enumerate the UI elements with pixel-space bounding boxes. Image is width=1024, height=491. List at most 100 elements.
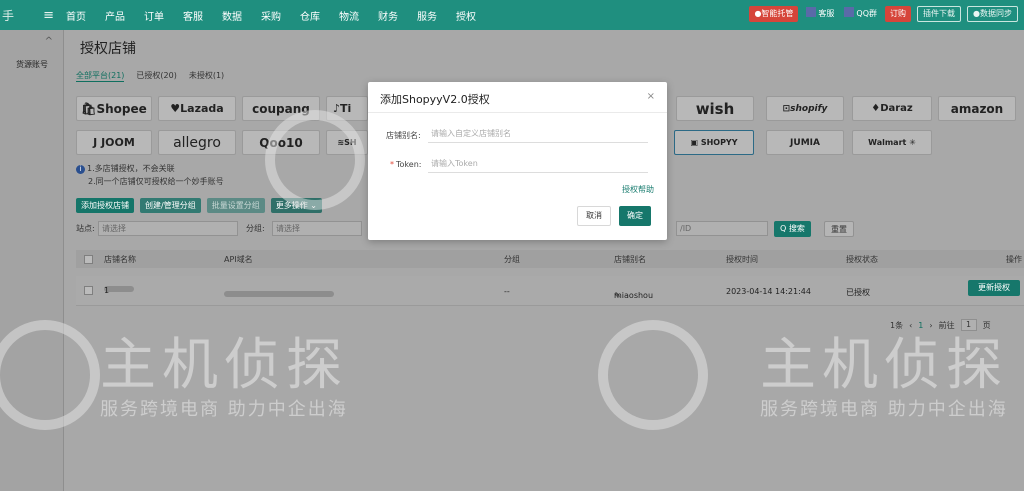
- shopyy-auth-modal: 添加ShopyyV2.0授权 × 店铺别名: 请输入自定义店铺别名 * Token…: [368, 82, 667, 240]
- platform-shopify[interactable]: ⊡ shopify: [766, 96, 844, 121]
- modal-title: 添加ShopyyV2.0授权: [380, 93, 490, 106]
- shopee-bag-icon: 🛍: [81, 101, 97, 116]
- nav-item-auth[interactable]: 授权: [456, 8, 476, 23]
- nav-item-data[interactable]: 数据: [222, 8, 242, 23]
- platform-lazada[interactable]: ♥ Lazada: [158, 96, 236, 121]
- top-navbar: 手 ≡ 首页 产品 订单 客服 数据 采购 仓库 物流 财务 服务 授权 ●智能…: [0, 0, 1024, 30]
- platform-shopee[interactable]: 🛍 Shopee: [76, 96, 152, 121]
- avatar-icon: [806, 7, 817, 17]
- search-button[interactable]: Q 搜索: [774, 221, 811, 237]
- walmart-spark-icon: ✳: [909, 138, 916, 147]
- current-page[interactable]: 1: [918, 321, 923, 330]
- shopyy-icon: ▣: [690, 138, 699, 147]
- pagination: 1条 ‹ 1 › 前往 1 页: [890, 319, 991, 331]
- platform-allegro[interactable]: allegro: [158, 130, 236, 155]
- lazada-heart-icon: ♥: [170, 102, 181, 115]
- nav-item-order[interactable]: 订单: [144, 8, 164, 23]
- joom-icon: J: [93, 136, 98, 149]
- platform-amazon[interactable]: amazon: [938, 96, 1016, 121]
- reset-button[interactable]: 重置: [824, 221, 854, 237]
- id-search-input[interactable]: /ID: [676, 221, 768, 236]
- main-nav: 首页 产品 订单 客服 数据 采购 仓库 物流 财务 服务 授权: [66, 8, 495, 23]
- hand-text: 手: [2, 8, 15, 23]
- qq-group-link[interactable]: QQ群: [842, 6, 879, 22]
- collapse-icon[interactable]: ^: [0, 30, 63, 47]
- auth-status-cell: 已授权: [846, 288, 870, 297]
- filter-tabs: 全部平台(21) 已授权(20) 未授权(1): [76, 70, 224, 82]
- confirm-button[interactable]: 确定: [619, 206, 651, 226]
- plugin-download-button[interactable]: 插件下载: [917, 6, 962, 22]
- group-label: 分组:: [246, 224, 265, 233]
- group-cell: --: [504, 287, 510, 296]
- nav-item-service[interactable]: 客服: [183, 8, 203, 23]
- col-api-domain: API域名: [224, 255, 253, 264]
- nav-item-product[interactable]: 产品: [105, 8, 125, 23]
- blurred-text: [224, 291, 334, 297]
- row-checkbox[interactable]: [84, 286, 93, 295]
- shopify-bag-icon: ⊡: [782, 103, 791, 114]
- auth-time-cell: 2023-04-14 14:21:44: [726, 287, 811, 296]
- renew-auth-button[interactable]: 更新授权: [968, 280, 1020, 296]
- table-header: 店铺名称 API域名 分组 店铺别名 授权时间 授权状态 操作: [76, 250, 1024, 268]
- col-auth-status: 授权状态: [846, 255, 878, 264]
- auth-help-link[interactable]: 授权帮助: [622, 184, 654, 195]
- topbar-right: ●智能托管 客服 QQ群 订购 插件下载 ●数据同步: [749, 6, 1018, 22]
- nav-item-finance[interactable]: 财务: [378, 8, 398, 23]
- platform-walmart[interactable]: Walmart ✳: [852, 130, 932, 155]
- group-select[interactable]: 请选择: [272, 221, 362, 236]
- nav-item-home[interactable]: 首页: [66, 8, 86, 23]
- nav-item-purchase[interactable]: 采购: [261, 8, 281, 23]
- platform-jumia[interactable]: JUMIA: [766, 130, 844, 155]
- col-shop-alias: 店铺别名: [614, 255, 646, 264]
- shop-alias-label: 店铺别名:: [386, 131, 421, 140]
- nav-item-warehouse[interactable]: 仓库: [300, 8, 320, 23]
- create-group-button[interactable]: 创建/管理分组: [140, 198, 201, 213]
- page-unit: 页: [982, 320, 991, 330]
- goto-label: 前往: [938, 320, 955, 330]
- page-title: 授权店铺: [80, 41, 136, 57]
- note-line-1: 1.多店铺授权，不会关联: [87, 164, 175, 173]
- nav-item-services[interactable]: 服务: [417, 8, 437, 23]
- table-row: 1 -- miaoshou ✎ 2023-04-14 14:21:44 已授权 …: [76, 276, 1024, 306]
- tab-unauthorized[interactable]: 未授权(1): [189, 70, 224, 82]
- col-group: 分组: [504, 255, 520, 264]
- prev-page-icon[interactable]: ‹: [909, 321, 912, 330]
- site-select[interactable]: 请选择: [98, 221, 238, 236]
- qq-icon: [844, 7, 855, 17]
- tab-authorized[interactable]: 已授权(20): [136, 70, 176, 82]
- data-sync-button[interactable]: ●数据同步: [967, 6, 1018, 22]
- col-actions: 操作: [1006, 255, 1022, 264]
- nav-item-logistics[interactable]: 物流: [339, 8, 359, 23]
- smart-hosting-badge[interactable]: ●智能托管: [749, 6, 799, 22]
- menu-icon[interactable]: ≡: [18, 8, 66, 23]
- watermark-globe-icon: [598, 320, 708, 430]
- token-input[interactable]: 请输入Token: [428, 155, 648, 173]
- next-page-icon[interactable]: ›: [929, 321, 932, 330]
- total-count: 1条: [890, 320, 904, 330]
- platform-daraz[interactable]: ♦ Daraz: [852, 96, 932, 121]
- add-shop-button[interactable]: 添加授权店铺: [76, 198, 134, 213]
- platform-joom[interactable]: J JOOM: [76, 130, 152, 155]
- tab-all-platforms[interactable]: 全部平台(21): [76, 70, 125, 82]
- platform-shopyy[interactable]: ▣ SHOPYY: [674, 130, 754, 155]
- site-label: 站点:: [76, 224, 95, 233]
- sidebar-item-source-account[interactable]: 货源账号: [0, 47, 63, 70]
- note-line-2: 2.同一个店铺仅可授权给一个妙手账号: [88, 177, 224, 186]
- modal-divider: [368, 112, 667, 113]
- order-button[interactable]: 订购: [885, 6, 912, 22]
- token-label: * Token:: [390, 160, 422, 169]
- kefu-link[interactable]: 客服: [804, 6, 836, 22]
- batch-group-button[interactable]: 批量设置分组: [206, 198, 265, 213]
- page-input[interactable]: 1: [960, 319, 977, 331]
- platform-wish[interactable]: wish: [676, 96, 754, 121]
- shop-alias-input[interactable]: 请输入自定义店铺别名: [428, 125, 648, 143]
- col-shop-name: 店铺名称: [104, 255, 136, 264]
- daraz-icon: ♦: [871, 103, 881, 114]
- select-all-checkbox[interactable]: [84, 255, 93, 264]
- edit-icon[interactable]: ✎: [614, 291, 621, 300]
- cancel-button[interactable]: 取消: [577, 206, 611, 226]
- notes: i 1.多店铺授权，不会关联 2.同一个店铺仅可授权给一个妙手账号: [76, 162, 224, 188]
- close-icon[interactable]: ×: [647, 91, 655, 102]
- col-auth-time: 授权时间: [726, 255, 758, 264]
- watermark-globe-icon: [265, 110, 365, 210]
